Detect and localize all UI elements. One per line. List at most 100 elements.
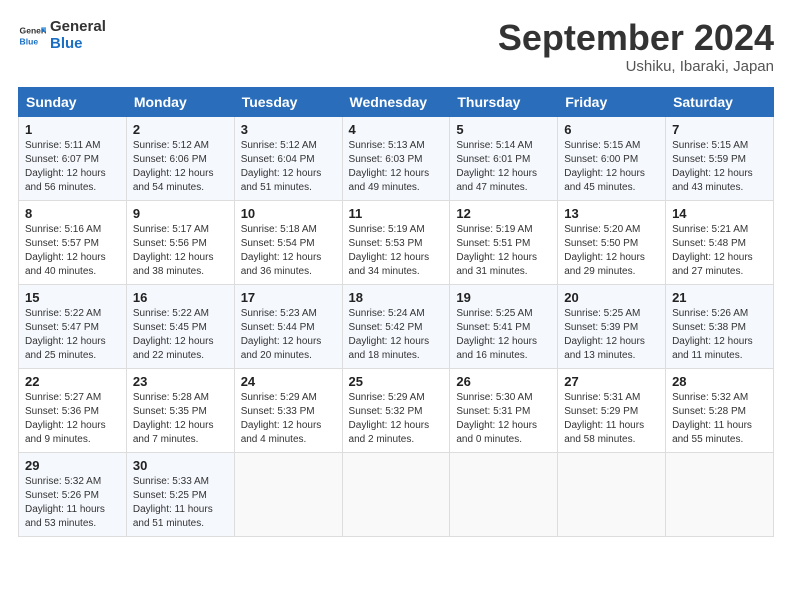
page-header: General Blue General Blue September 2024… — [18, 18, 774, 75]
day-details: Sunrise: 5:28 AM Sunset: 5:35 PM Dayligh… — [133, 391, 228, 447]
day-number: 9 — [133, 206, 228, 221]
location-text: Ushiku, Ibaraki, Japan — [498, 58, 774, 75]
table-row: 22 Sunrise: 5:27 AM Sunset: 5:36 PM Dayli… — [19, 368, 127, 452]
table-row: 6 Sunrise: 5:15 AM Sunset: 6:00 PM Daylig… — [558, 116, 666, 200]
table-row: 8 Sunrise: 5:16 AM Sunset: 5:57 PM Daylig… — [19, 200, 127, 284]
day-details: Sunrise: 5:13 AM Sunset: 6:03 PM Dayligh… — [349, 139, 444, 195]
day-number: 5 — [456, 122, 551, 137]
day-number: 13 — [564, 206, 659, 221]
day-number: 2 — [133, 122, 228, 137]
day-number: 1 — [25, 122, 120, 137]
day-number: 25 — [349, 374, 444, 389]
day-number: 8 — [25, 206, 120, 221]
day-number: 22 — [25, 374, 120, 389]
day-number: 16 — [133, 290, 228, 305]
col-sunday: Sunday — [19, 87, 127, 116]
col-tuesday: Tuesday — [234, 87, 342, 116]
day-number: 15 — [25, 290, 120, 305]
calendar-body: 1 Sunrise: 5:11 AM Sunset: 6:07 PM Daylig… — [19, 116, 774, 536]
day-details: Sunrise: 5:33 AM Sunset: 5:25 PM Dayligh… — [133, 475, 228, 531]
table-row: 28 Sunrise: 5:32 AM Sunset: 5:28 PM Dayli… — [666, 368, 774, 452]
table-row — [234, 452, 342, 536]
day-details: Sunrise: 5:32 AM Sunset: 5:26 PM Dayligh… — [25, 475, 120, 531]
calendar-week-row: 1 Sunrise: 5:11 AM Sunset: 6:07 PM Daylig… — [19, 116, 774, 200]
table-row: 17 Sunrise: 5:23 AM Sunset: 5:44 PM Dayli… — [234, 284, 342, 368]
day-number: 18 — [349, 290, 444, 305]
page-container: General Blue General Blue September 2024… — [0, 0, 792, 547]
day-number: 27 — [564, 374, 659, 389]
col-wednesday: Wednesday — [342, 87, 450, 116]
table-row: 3 Sunrise: 5:12 AM Sunset: 6:04 PM Daylig… — [234, 116, 342, 200]
day-number: 21 — [672, 290, 767, 305]
logo: General Blue General Blue — [18, 18, 106, 53]
table-row — [558, 452, 666, 536]
table-row: 21 Sunrise: 5:26 AM Sunset: 5:38 PM Dayli… — [666, 284, 774, 368]
day-number: 17 — [241, 290, 336, 305]
table-row: 23 Sunrise: 5:28 AM Sunset: 5:35 PM Dayli… — [126, 368, 234, 452]
day-number: 20 — [564, 290, 659, 305]
table-row: 27 Sunrise: 5:31 AM Sunset: 5:29 PM Dayli… — [558, 368, 666, 452]
day-details: Sunrise: 5:30 AM Sunset: 5:31 PM Dayligh… — [456, 391, 551, 447]
day-details: Sunrise: 5:27 AM Sunset: 5:36 PM Dayligh… — [25, 391, 120, 447]
day-details: Sunrise: 5:26 AM Sunset: 5:38 PM Dayligh… — [672, 307, 767, 363]
table-row — [666, 452, 774, 536]
day-details: Sunrise: 5:17 AM Sunset: 5:56 PM Dayligh… — [133, 223, 228, 279]
calendar-week-row: 29Sunrise: 5:32 AM Sunset: 5:26 PM Dayli… — [19, 452, 774, 536]
day-details: Sunrise: 5:31 AM Sunset: 5:29 PM Dayligh… — [564, 391, 659, 447]
day-details: Sunrise: 5:18 AM Sunset: 5:54 PM Dayligh… — [241, 223, 336, 279]
day-number: 23 — [133, 374, 228, 389]
table-row: 20 Sunrise: 5:25 AM Sunset: 5:39 PM Dayli… — [558, 284, 666, 368]
day-details: Sunrise: 5:11 AM Sunset: 6:07 PM Dayligh… — [25, 139, 120, 195]
calendar-table: Sunday Monday Tuesday Wednesday Thursday… — [18, 87, 774, 537]
table-row: 26 Sunrise: 5:30 AM Sunset: 5:31 PM Dayli… — [450, 368, 558, 452]
table-row: 16Sunrise: 5:22 AM Sunset: 5:45 PM Dayli… — [126, 284, 234, 368]
table-row: 30 Sunrise: 5:33 AM Sunset: 5:25 PM Dayli… — [126, 452, 234, 536]
day-details: Sunrise: 5:19 AM Sunset: 5:51 PM Dayligh… — [456, 223, 551, 279]
day-details: Sunrise: 5:29 AM Sunset: 5:33 PM Dayligh… — [241, 391, 336, 447]
day-details: Sunrise: 5:21 AM Sunset: 5:48 PM Dayligh… — [672, 223, 767, 279]
table-row: 9 Sunrise: 5:17 AM Sunset: 5:56 PM Daylig… — [126, 200, 234, 284]
day-details: Sunrise: 5:29 AM Sunset: 5:32 PM Dayligh… — [349, 391, 444, 447]
day-details: Sunrise: 5:15 AM Sunset: 5:59 PM Dayligh… — [672, 139, 767, 195]
day-number: 3 — [241, 122, 336, 137]
table-row: 12 Sunrise: 5:19 AM Sunset: 5:51 PM Dayli… — [450, 200, 558, 284]
table-row: 1 Sunrise: 5:11 AM Sunset: 6:07 PM Daylig… — [19, 116, 127, 200]
table-row: 29Sunrise: 5:32 AM Sunset: 5:26 PM Dayli… — [19, 452, 127, 536]
day-details: Sunrise: 5:12 AM Sunset: 6:06 PM Dayligh… — [133, 139, 228, 195]
col-monday: Monday — [126, 87, 234, 116]
table-row: 4 Sunrise: 5:13 AM Sunset: 6:03 PM Daylig… — [342, 116, 450, 200]
day-details: Sunrise: 5:25 AM Sunset: 5:41 PM Dayligh… — [456, 307, 551, 363]
calendar-header-row: Sunday Monday Tuesday Wednesday Thursday… — [19, 87, 774, 116]
table-row — [342, 452, 450, 536]
day-number: 6 — [564, 122, 659, 137]
table-row: 11 Sunrise: 5:19 AM Sunset: 5:53 PM Dayli… — [342, 200, 450, 284]
table-row: 7Sunrise: 5:15 AM Sunset: 5:59 PM Daylig… — [666, 116, 774, 200]
table-row: 18Sunrise: 5:24 AM Sunset: 5:42 PM Dayli… — [342, 284, 450, 368]
day-number: 28 — [672, 374, 767, 389]
svg-text:Blue: Blue — [20, 37, 39, 47]
day-details: Sunrise: 5:14 AM Sunset: 6:01 PM Dayligh… — [456, 139, 551, 195]
day-details: Sunrise: 5:32 AM Sunset: 5:28 PM Dayligh… — [672, 391, 767, 447]
month-title: September 2024 — [498, 18, 774, 58]
day-details: Sunrise: 5:16 AM Sunset: 5:57 PM Dayligh… — [25, 223, 120, 279]
table-row: 25 Sunrise: 5:29 AM Sunset: 5:32 PM Dayli… — [342, 368, 450, 452]
day-details: Sunrise: 5:25 AM Sunset: 5:39 PM Dayligh… — [564, 307, 659, 363]
day-details: Sunrise: 5:12 AM Sunset: 6:04 PM Dayligh… — [241, 139, 336, 195]
col-friday: Friday — [558, 87, 666, 116]
day-details: Sunrise: 5:23 AM Sunset: 5:44 PM Dayligh… — [241, 307, 336, 363]
day-number: 11 — [349, 206, 444, 221]
day-number: 14 — [672, 206, 767, 221]
calendar-week-row: 15Sunrise: 5:22 AM Sunset: 5:47 PM Dayli… — [19, 284, 774, 368]
day-details: Sunrise: 5:20 AM Sunset: 5:50 PM Dayligh… — [564, 223, 659, 279]
day-number: 30 — [133, 458, 228, 473]
logo-icon: General Blue — [18, 21, 46, 49]
day-number: 4 — [349, 122, 444, 137]
day-number: 26 — [456, 374, 551, 389]
title-area: September 2024 Ushiku, Ibaraki, Japan — [498, 18, 774, 75]
day-details: Sunrise: 5:15 AM Sunset: 6:00 PM Dayligh… — [564, 139, 659, 195]
calendar-week-row: 22 Sunrise: 5:27 AM Sunset: 5:36 PM Dayli… — [19, 368, 774, 452]
table-row: 19Sunrise: 5:25 AM Sunset: 5:41 PM Dayli… — [450, 284, 558, 368]
day-number: 12 — [456, 206, 551, 221]
day-details: Sunrise: 5:19 AM Sunset: 5:53 PM Dayligh… — [349, 223, 444, 279]
table-row: 2 Sunrise: 5:12 AM Sunset: 6:06 PM Daylig… — [126, 116, 234, 200]
